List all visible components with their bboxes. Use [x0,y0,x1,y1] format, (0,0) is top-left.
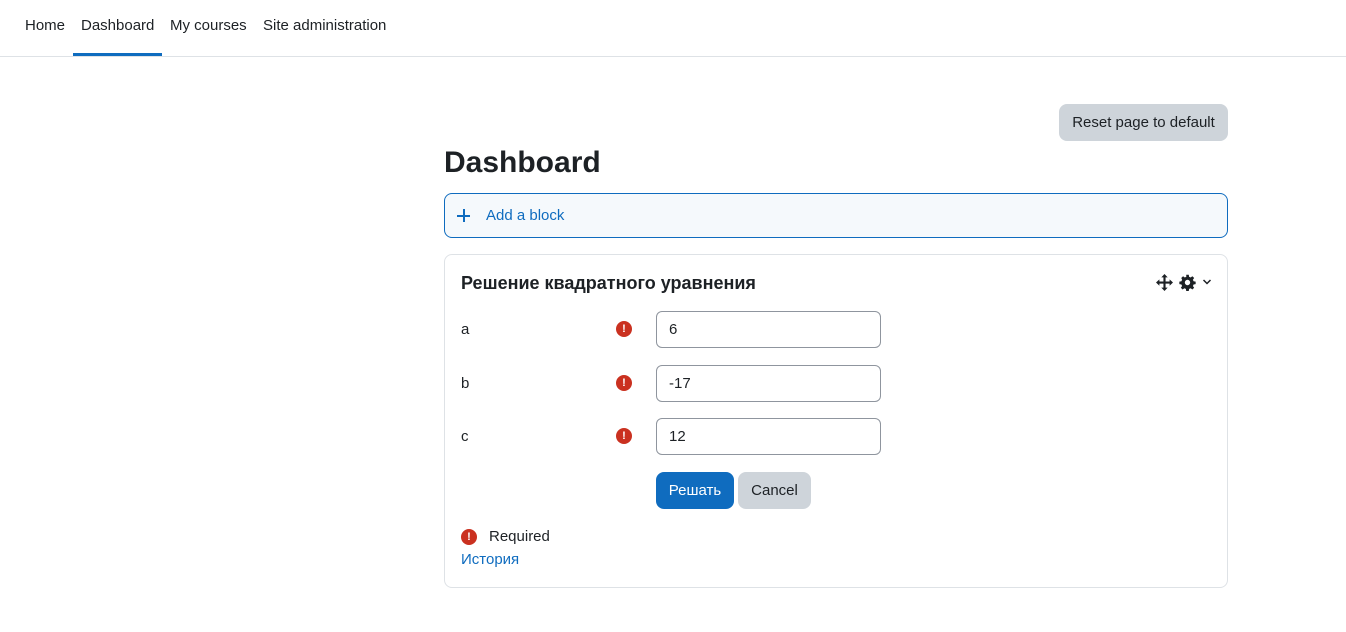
field-row-b: b ! [461,365,1221,402]
nav-home[interactable]: Home [25,0,65,56]
nav-site-administration[interactable]: Site administration [263,0,386,56]
required-icon: ! [616,375,632,391]
required-text: Required [489,528,550,545]
field-input-b[interactable] [656,365,881,402]
block-actions [1156,272,1212,292]
primary-navigation: Home Dashboard My courses Site administr… [0,0,1346,57]
page-title: Dashboard [444,146,601,179]
nav-my-courses[interactable]: My courses [170,0,247,56]
history-link[interactable]: История [461,550,519,570]
solve-button[interactable]: Решать [656,472,734,509]
nav-dashboard[interactable]: Dashboard [72,0,163,56]
chevron-down-icon[interactable] [1202,277,1212,287]
add-block-button[interactable]: Add a block [444,193,1228,238]
plus-icon [457,203,471,229]
required-icon: ! [461,529,477,545]
field-row-a: a ! [461,311,1221,348]
field-label-b: b [461,375,470,392]
field-label-a: a [461,321,470,338]
required-icon: ! [616,428,632,444]
block-title: Решение квадратного уравнения [461,273,756,293]
reset-page-button[interactable]: Reset page to default [1059,104,1228,141]
cancel-button[interactable]: Cancel [738,472,811,509]
gear-icon[interactable] [1179,274,1196,291]
move-icon[interactable] [1156,273,1173,291]
required-icon: ! [616,321,632,337]
field-row-c: c ! [461,418,1221,455]
field-label-c: c [461,428,469,445]
quadratic-equation-block: Решение квадратного уравнения a ! b ! c … [444,254,1228,588]
add-block-label: Add a block [486,207,565,224]
field-input-a[interactable] [656,311,881,348]
field-input-c[interactable] [656,418,881,455]
